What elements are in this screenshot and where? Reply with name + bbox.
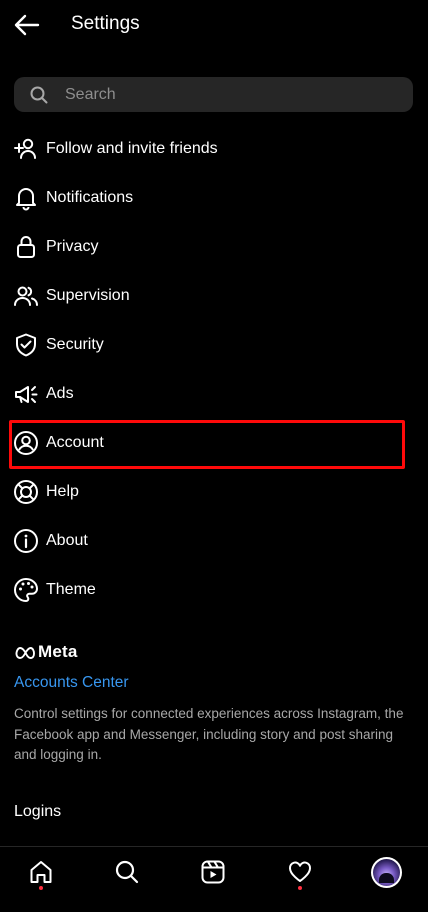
home-icon[interactable]: [26, 857, 56, 887]
menu-item-about[interactable]: About: [0, 516, 428, 565]
menu-item-help[interactable]: Help: [0, 467, 428, 516]
lifebuoy-icon: [13, 479, 39, 505]
menu-item-label: Supervision: [46, 287, 130, 304]
menu-item-notifications[interactable]: Notifications: [0, 173, 428, 222]
header: Settings: [0, 0, 428, 50]
account-circle-icon: [13, 430, 39, 456]
menu-item-ads[interactable]: Ads: [0, 369, 428, 418]
avatar-image: [373, 859, 400, 886]
meta-brand-text: Meta: [38, 642, 78, 661]
activity-notification-dot: [298, 886, 302, 890]
menu-item-label: Notifications: [46, 189, 134, 206]
add-person-icon: [13, 136, 39, 162]
menu-item-label: Help: [46, 483, 79, 500]
back-arrow-icon[interactable]: [12, 10, 42, 40]
logins-item[interactable]: Logins: [14, 801, 61, 823]
menu-item-account[interactable]: Account: [0, 418, 428, 467]
people-icon: [13, 283, 39, 309]
heart-icon[interactable]: [285, 857, 315, 887]
page-title: Settings: [71, 13, 140, 34]
menu-item-theme[interactable]: Theme: [0, 565, 428, 614]
bell-icon: [13, 185, 39, 211]
lock-icon: [13, 234, 39, 260]
menu-item-label: Privacy: [46, 238, 99, 255]
menu-item-supervision[interactable]: Supervision: [0, 271, 428, 320]
search-bar[interactable]: [14, 77, 413, 112]
home-notification-dot: [39, 886, 43, 890]
accounts-center-link[interactable]: Accounts Center: [14, 672, 129, 694]
search-icon[interactable]: [112, 857, 142, 887]
info-icon: [13, 528, 39, 554]
shield-check-icon: [13, 332, 39, 358]
bottom-nav: [0, 846, 428, 912]
menu-item-label: About: [46, 532, 88, 549]
accounts-center-description: Control settings for connected experienc…: [14, 706, 404, 762]
megaphone-icon: [13, 381, 39, 407]
search-icon: [29, 85, 49, 105]
menu-item-label: Theme: [46, 581, 96, 598]
settings-menu: Follow and invite friends Notifications …: [0, 124, 428, 614]
menu-item-security[interactable]: Security: [0, 320, 428, 369]
search-input[interactable]: [63, 84, 387, 105]
reels-icon[interactable]: [198, 857, 228, 887]
menu-item-privacy[interactable]: Privacy: [0, 222, 428, 271]
menu-item-follow-invite[interactable]: Follow and invite friends: [0, 124, 428, 173]
menu-item-label: Account: [46, 434, 104, 451]
menu-item-label: Security: [46, 336, 104, 353]
menu-item-label: Follow and invite friends: [46, 140, 218, 157]
meta-infinity-icon: [15, 647, 35, 659]
menu-item-label: Ads: [46, 385, 74, 402]
profile-avatar[interactable]: [371, 857, 402, 888]
palette-icon: [13, 577, 39, 603]
meta-logo: Meta: [14, 641, 78, 663]
